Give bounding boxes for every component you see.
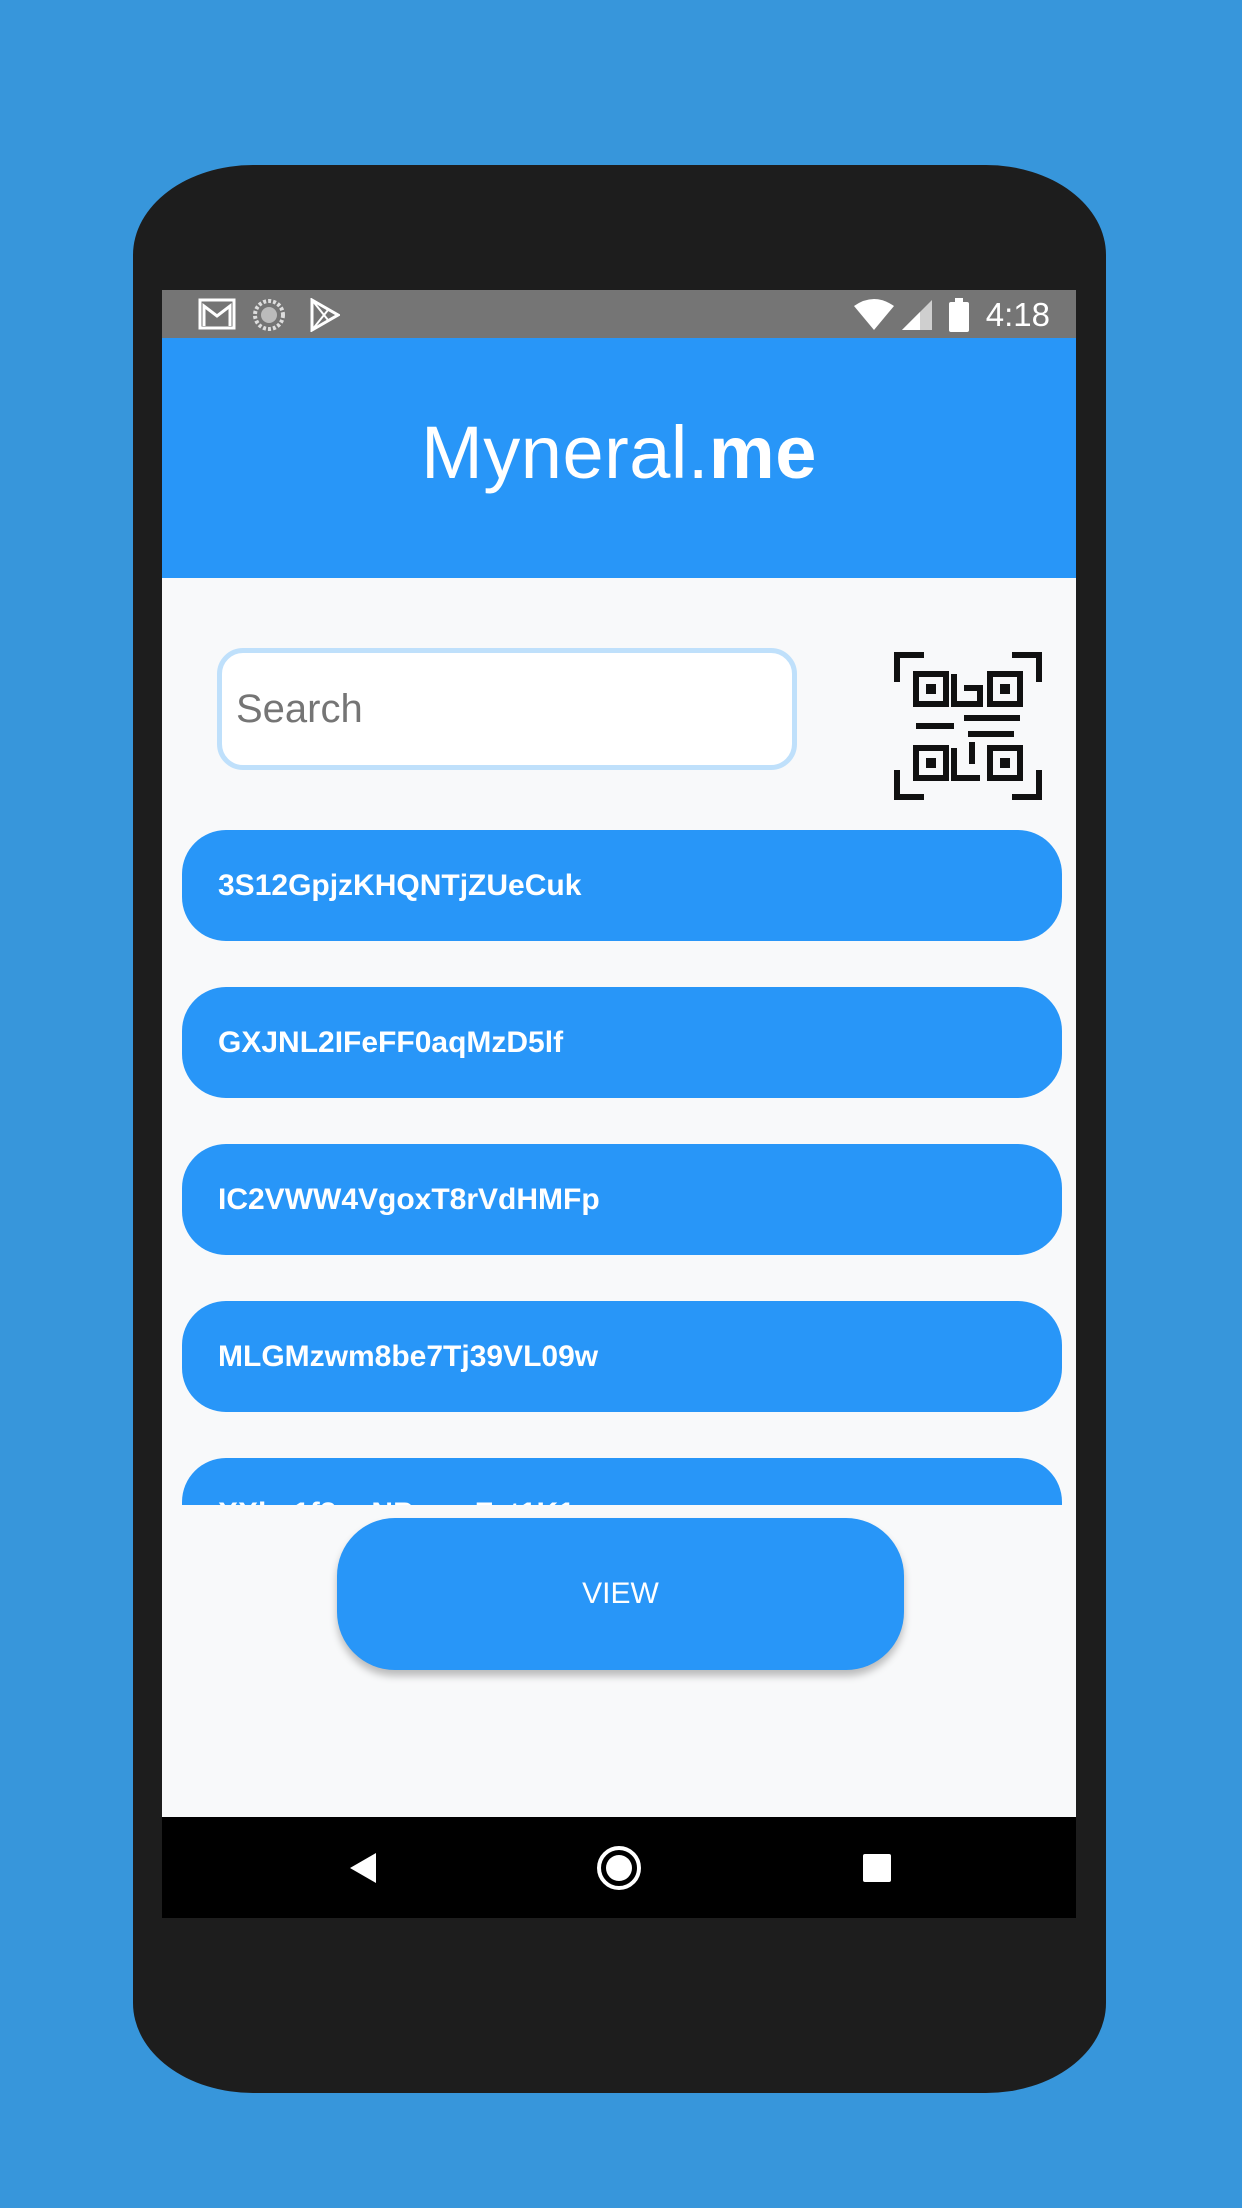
- app-screen: 4:18 Myneral.me 3S12GpjzKHQNTj: [162, 290, 1076, 1918]
- list-item[interactable]: XXbs1f2xuNPmeoFst1K1: [182, 1458, 1062, 1505]
- app-title: Myneral.me: [162, 410, 1076, 495]
- recents-icon[interactable]: [862, 1853, 892, 1883]
- play-store-icon: [310, 298, 340, 332]
- list-item-label: IC2VWW4VgoxT8rVdHMFp: [218, 1183, 600, 1216]
- list-item[interactable]: 3S12GpjzKHQNTjZUeCuk: [182, 830, 1062, 941]
- app-title-regular: Myneral.: [421, 411, 709, 494]
- status-time: 4:18: [985, 296, 1050, 333]
- signal-icon: [902, 300, 932, 330]
- list-item-label: XXbs1f2xuNPmeoFst1K1: [218, 1497, 575, 1505]
- app-header: Myneral.me: [162, 338, 1076, 578]
- list-item-label: MLGMzwm8be7Tj39VL09w: [218, 1340, 599, 1373]
- view-button[interactable]: VIEW: [337, 1518, 904, 1670]
- list-item[interactable]: MLGMzwm8be7Tj39VL09w: [182, 1301, 1062, 1412]
- status-bar: 4:18: [162, 290, 1076, 338]
- wifi-icon: [854, 299, 894, 330]
- list-item[interactable]: IC2VWW4VgoxT8rVdHMFp: [182, 1144, 1062, 1255]
- id-list: 3S12GpjzKHQNTjZUeCuk GXJNL2IFeFF0aqMzD5l…: [182, 830, 1062, 1505]
- gmail-icon: [198, 298, 236, 330]
- list-item-label: 3S12GpjzKHQNTjZUeCuk: [218, 869, 582, 902]
- home-icon[interactable]: [596, 1845, 642, 1891]
- battery-icon: [949, 298, 969, 332]
- navigation-bar: [162, 1817, 1076, 1918]
- qr-code-scan-icon[interactable]: [894, 652, 1042, 800]
- list-item[interactable]: GXJNL2IFeFF0aqMzD5lf: [182, 987, 1062, 1098]
- app-title-bold: me: [708, 411, 817, 494]
- back-icon[interactable]: [348, 1851, 378, 1885]
- list-item-label: GXJNL2IFeFF0aqMzD5lf: [218, 1026, 564, 1059]
- search-input[interactable]: [217, 648, 797, 770]
- sync-icon: [253, 299, 285, 331]
